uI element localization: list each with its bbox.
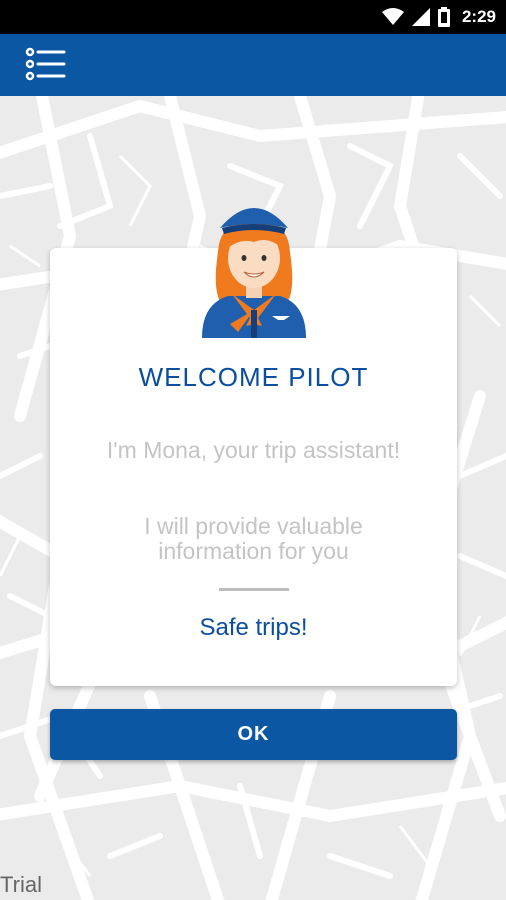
flight-attendant-avatar xyxy=(202,208,306,338)
welcome-title: WELCOME PILOT xyxy=(138,362,369,392)
status-time: 2:29 xyxy=(461,7,496,26)
intro-message: I'm Mona, your trip assistant! xyxy=(106,437,401,463)
status-icons: 2:29 xyxy=(381,0,496,34)
closing-message: Safe trips! xyxy=(199,614,308,641)
cellular-signal-icon xyxy=(411,8,430,26)
divider xyxy=(219,588,289,591)
list-menu-icon[interactable] xyxy=(22,46,68,86)
status-bar: 2:29 xyxy=(0,0,506,34)
trial-watermark: Trial xyxy=(0,872,42,897)
welcome-dialog: WELCOME PILOT I'm Mona, your trip assist… xyxy=(50,208,457,686)
wifi-icon xyxy=(381,8,404,25)
app-bar xyxy=(0,34,506,96)
info-message: I will provide valuable information for … xyxy=(144,513,363,564)
battery-icon xyxy=(437,7,450,27)
ok-button[interactable]: OK xyxy=(50,709,457,760)
